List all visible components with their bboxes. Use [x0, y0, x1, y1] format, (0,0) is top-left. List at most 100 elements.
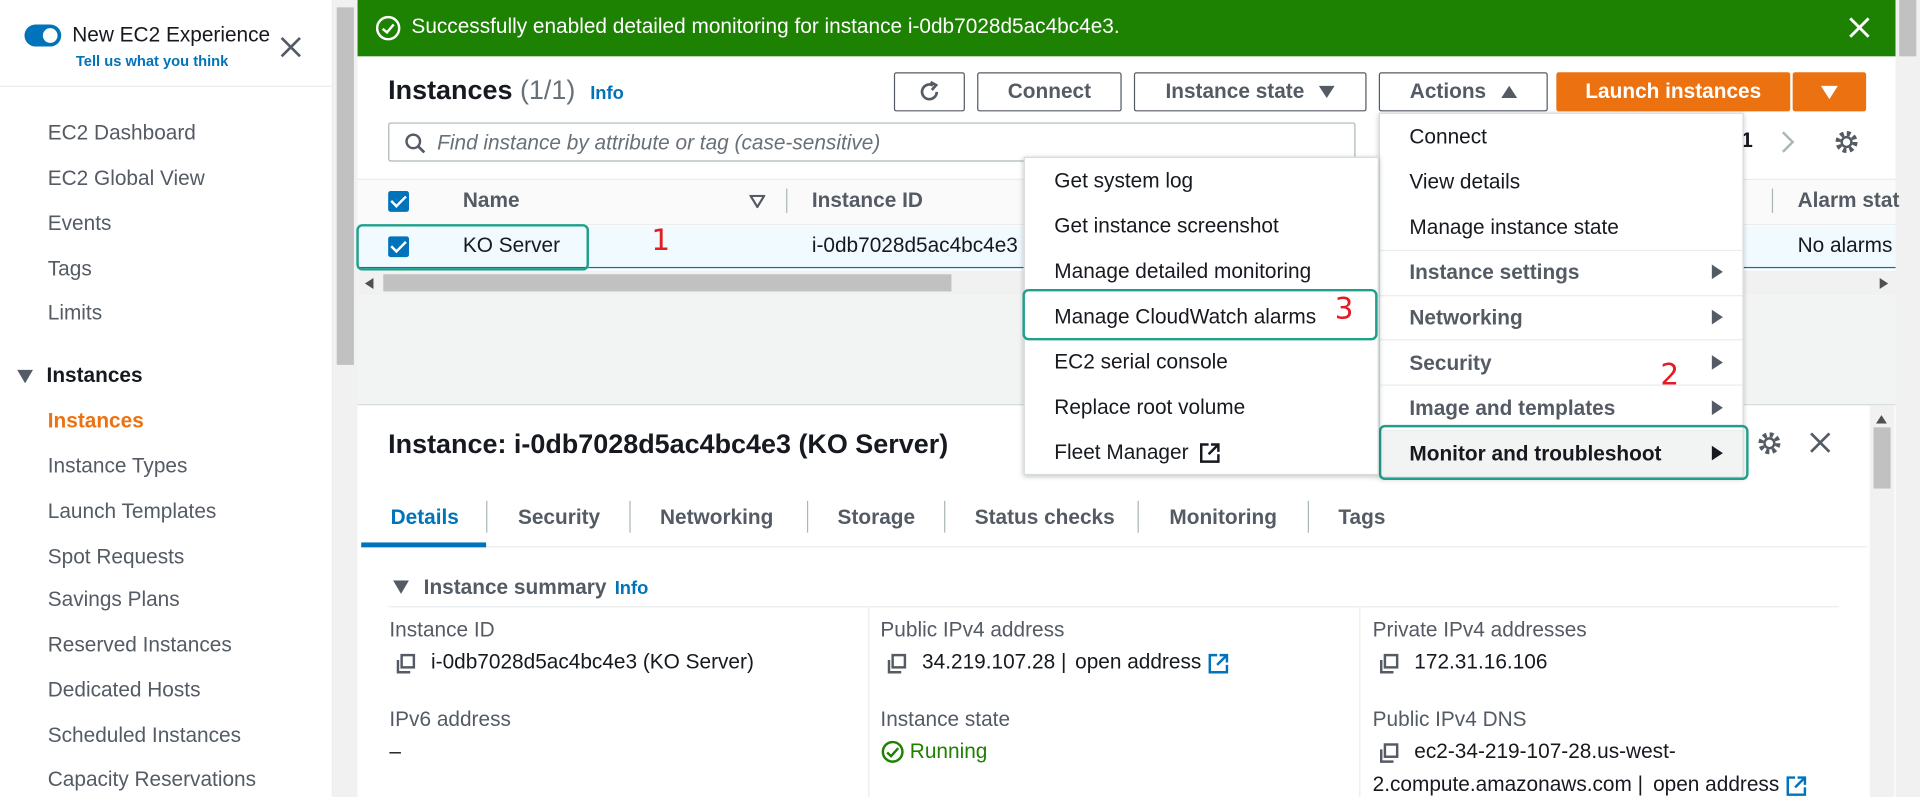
column-divider [1771, 188, 1774, 214]
copy-icon[interactable] [885, 653, 907, 675]
sidebar-item-ec2-dashboard[interactable]: EC2 Dashboard [48, 121, 196, 145]
success-banner: Successfully enabled detailed monitoring… [357, 0, 1896, 57]
row-instance-id-link[interactable]: i-0db7028d5ac4bc4e3 [812, 234, 1018, 258]
feedback-link[interactable]: Tell us what you think [76, 53, 228, 70]
table-hscrollbar-thumb[interactable] [383, 274, 952, 292]
settings-gear-icon[interactable] [1833, 129, 1860, 156]
scroll-left-icon[interactable] [364, 277, 374, 289]
sort-icon[interactable] [749, 194, 766, 209]
instance-summary-heading[interactable]: Instance summary [424, 576, 607, 600]
column-instance-id[interactable]: Instance ID [812, 189, 923, 213]
tab-tags[interactable]: Tags [1338, 506, 1385, 530]
new-experience-toggle[interactable] [24, 24, 62, 47]
column-name[interactable]: Name [463, 189, 520, 213]
detail-title: Instance: i-0db7028d5ac4bc4e3 (KO Server… [388, 428, 949, 460]
page-scrollbar-thumb[interactable] [1899, 0, 1917, 57]
menu-item-get-instance-screenshot[interactable]: Get instance screenshot [1054, 214, 1278, 238]
menu-item-security[interactable]: Security [1409, 351, 1491, 375]
refresh-button[interactable] [893, 72, 965, 112]
menu-item-fleet-manager[interactable]: Fleet Manager [1054, 441, 1188, 465]
sidebar-item-launch-templates[interactable]: Launch Templates [48, 500, 217, 524]
copy-icon[interactable] [1378, 653, 1400, 675]
copy-icon[interactable] [394, 653, 416, 675]
sidebar-item-ec2-global-view[interactable]: EC2 Global View [48, 167, 205, 191]
instance-state-button[interactable]: Instance state [1133, 72, 1367, 112]
launch-dropdown-button[interactable] [1792, 72, 1867, 112]
panel-settings-icon[interactable] [1756, 430, 1783, 457]
dismiss-icon[interactable] [1849, 17, 1870, 38]
annotation-3: 3 [1334, 291, 1354, 326]
menu-item-view-details[interactable]: View details [1409, 170, 1520, 194]
section-instances[interactable]: Instances [47, 364, 143, 388]
sidebar: New EC2 Experience Tell us what you thin… [0, 0, 334, 797]
menu-item-instance-settings[interactable]: Instance settings [1409, 261, 1579, 285]
sidebar-item-reserved-instances[interactable]: Reserved Instances [48, 633, 232, 657]
external-link-icon[interactable] [1207, 653, 1229, 675]
actions-menu: Connect View details Manage instance sta… [1378, 112, 1744, 478]
select-all-checkbox[interactable] [388, 191, 409, 212]
public-dns-value-line1: ec2-34-219-107-28.us-west- [1414, 739, 1676, 763]
sidebar-scrollbar[interactable] [333, 0, 358, 797]
tab-divider [1307, 500, 1309, 533]
sidebar-item-capacity-reservations[interactable]: Capacity Reservations [48, 768, 256, 792]
actions-button[interactable]: Actions [1378, 72, 1548, 112]
sidebar-item-scheduled-instances[interactable]: Scheduled Instances [48, 724, 241, 748]
submenu-arrow-icon [1711, 264, 1723, 280]
ipv6-label: IPv6 address [389, 707, 511, 732]
tab-security[interactable]: Security [518, 506, 600, 530]
submenu-arrow-icon [1711, 355, 1723, 370]
menu-item-manage-instance-state[interactable]: Manage instance state [1409, 216, 1618, 240]
caret-down-icon[interactable] [393, 580, 409, 594]
external-link-icon[interactable] [1785, 775, 1807, 797]
connect-button[interactable]: Connect [977, 72, 1122, 112]
scroll-up-icon[interactable] [1875, 415, 1887, 424]
info-link[interactable]: Info [590, 83, 624, 104]
panel-close-icon[interactable] [1810, 432, 1831, 453]
sidebar-item-spot-requests[interactable]: Spot Requests [48, 545, 185, 569]
menu-item-get-system-log[interactable]: Get system log [1054, 169, 1193, 193]
page-scrollbar[interactable] [1895, 0, 1920, 797]
tab-active-indicator [361, 542, 487, 548]
sidebar-item-instances[interactable]: Instances [48, 409, 144, 433]
menu-item-replace-root-volume[interactable]: Replace root volume [1054, 396, 1245, 420]
caret-down-icon[interactable] [17, 369, 34, 384]
dns-open-address-link[interactable]: open address [1653, 773, 1779, 797]
sidebar-item-savings-plans[interactable]: Savings Plans [48, 588, 180, 612]
close-icon[interactable] [280, 37, 301, 58]
caret-down-icon [1319, 85, 1335, 98]
instance-count: (1/1) [519, 74, 576, 106]
caret-down-icon [1820, 85, 1838, 99]
sidebar-item-dedicated-hosts[interactable]: Dedicated Hosts [48, 678, 201, 702]
menu-item-ec2-serial-console[interactable]: EC2 serial console [1054, 350, 1228, 374]
menu-divider [1380, 295, 1743, 297]
instance-state-label: Instance state [880, 707, 1011, 732]
menu-item-networking[interactable]: Networking [1409, 306, 1522, 330]
menu-item-image-and-templates[interactable]: Image and templates [1409, 397, 1615, 421]
menu-divider [1380, 249, 1743, 252]
menu-item-manage-detailed-monitoring[interactable]: Manage detailed monitoring [1054, 260, 1311, 284]
launch-instances-button[interactable]: Launch instances [1556, 72, 1791, 112]
sidebar-scrollbar-thumb[interactable] [336, 7, 354, 365]
sidebar-item-limits[interactable]: Limits [48, 301, 102, 325]
sidebar-item-tags[interactable]: Tags [48, 257, 92, 281]
tab-networking[interactable]: Networking [660, 506, 773, 530]
row-alarm-status: No alarms [1797, 233, 1893, 258]
tab-storage[interactable]: Storage [838, 506, 916, 530]
column-alarm-status[interactable]: Alarm stat [1798, 189, 1900, 213]
detail-scrollbar-thumb[interactable] [1873, 427, 1891, 489]
tab-details[interactable]: Details [391, 506, 459, 530]
tab-divider [486, 500, 488, 533]
submenu-arrow-icon [1711, 309, 1723, 325]
menu-item-connect[interactable]: Connect [1409, 125, 1487, 149]
public-ipv4-label: Public IPv4 address [880, 618, 1065, 642]
summary-info-link[interactable]: Info [615, 578, 649, 599]
tab-status-checks[interactable]: Status checks [975, 506, 1115, 530]
scroll-right-icon[interactable] [1879, 277, 1889, 289]
sidebar-item-events[interactable]: Events [48, 212, 112, 236]
copy-icon[interactable] [1378, 742, 1400, 764]
detail-scrollbar[interactable] [1869, 405, 1895, 797]
sidebar-item-instance-types[interactable]: Instance Types [48, 454, 188, 478]
next-page-icon[interactable] [1780, 130, 1795, 154]
tab-monitoring[interactable]: Monitoring [1169, 506, 1277, 530]
open-address-link[interactable]: open address [1075, 650, 1201, 674]
